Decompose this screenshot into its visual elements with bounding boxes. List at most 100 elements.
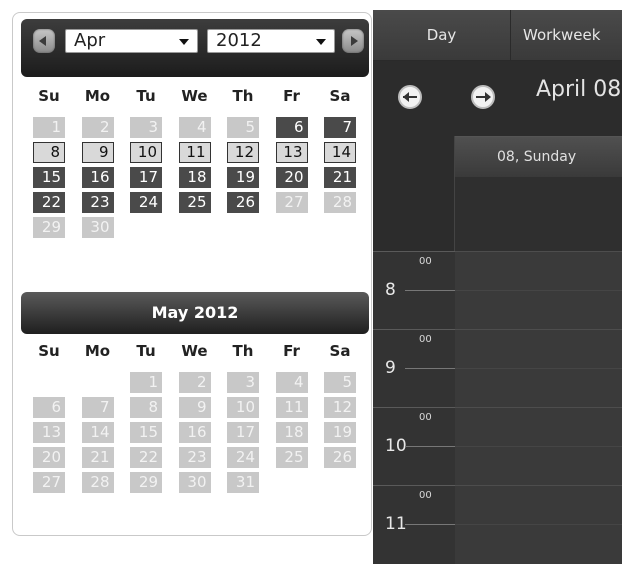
day-scheduler: Day Workweek April 08 08, Sunday 00 8 00 9 0… <box>373 10 622 564</box>
next-month-button[interactable] <box>342 29 364 53</box>
april-day-cell[interactable]: 14 <box>324 142 356 163</box>
weekday-label: Tu <box>136 342 156 360</box>
hour-tick <box>405 524 455 525</box>
may-day-cell[interactable]: 14 <box>81 422 114 443</box>
april-day-cell[interactable]: 26 <box>227 192 259 213</box>
april-day-cell[interactable]: 6 <box>275 117 308 138</box>
may-day-cell[interactable]: 23 <box>178 447 211 468</box>
time-slot[interactable] <box>455 485 622 525</box>
time-slot[interactable] <box>455 329 622 369</box>
date-title: April 08 <box>536 77 622 102</box>
may-day-cell[interactable]: 28 <box>81 472 114 493</box>
may-day-cell[interactable]: 21 <box>81 447 114 468</box>
weekday-label: We <box>181 342 208 360</box>
next-day-button[interactable] <box>471 85 495 109</box>
april-day-cell[interactable]: 27 <box>275 192 308 213</box>
may-day-cell[interactable]: 13 <box>33 422 65 443</box>
may-day-cell[interactable]: 16 <box>178 422 211 443</box>
may-day-cell[interactable]: 17 <box>227 422 259 443</box>
weekday-label: Th <box>232 342 254 360</box>
may-day-cell[interactable]: 25 <box>275 447 308 468</box>
may-day-cell[interactable]: 31 <box>227 472 259 493</box>
weekday-label: Sa <box>329 342 351 360</box>
april-day-cell[interactable]: 30 <box>81 217 114 238</box>
may-day-cell[interactable]: 24 <box>227 447 259 468</box>
time-slot[interactable] <box>455 524 622 564</box>
may-day-cell[interactable]: 4 <box>275 372 308 393</box>
may-day-cell[interactable]: 18 <box>275 422 308 443</box>
minute-label: 00 <box>419 334 432 345</box>
time-gutter: 00 11 <box>373 485 455 564</box>
minute-label: 00 <box>419 490 432 501</box>
may-day-cell[interactable]: 30 <box>178 472 211 493</box>
prev-day-button[interactable] <box>398 85 422 109</box>
tab-day[interactable]: Day <box>373 10 511 60</box>
time-slot[interactable] <box>455 446 622 486</box>
hour-tick <box>405 446 455 447</box>
may-day-cell[interactable]: 5 <box>324 372 356 393</box>
weekday-label: Mo <box>84 87 111 105</box>
year-select[interactable]: 2012 <box>207 29 335 53</box>
april-day-cell[interactable]: 23 <box>81 192 114 213</box>
tab-workweek[interactable]: Workweek <box>511 10 622 60</box>
caret-down-icon <box>316 39 326 45</box>
april-day-cell[interactable]: 7 <box>324 117 356 138</box>
may-day-cell[interactable]: 9 <box>178 397 211 418</box>
time-slot[interactable] <box>455 290 622 330</box>
april-day-cell[interactable]: 9 <box>81 142 114 163</box>
april-day-cell[interactable]: 20 <box>275 167 308 188</box>
may-day-cell[interactable]: 12 <box>324 397 356 418</box>
april-day-cell[interactable]: 16 <box>81 167 114 188</box>
april-day-cell[interactable]: 5 <box>227 117 259 138</box>
april-day-cell[interactable]: 28 <box>324 192 356 213</box>
hour-tick <box>405 290 455 291</box>
prev-month-button[interactable] <box>33 29 55 53</box>
all-day-area[interactable] <box>455 177 622 251</box>
april-day-cell[interactable]: 18 <box>178 167 211 188</box>
time-slot[interactable] <box>455 407 622 447</box>
may-day-cell[interactable]: 1 <box>130 372 162 393</box>
april-day-cell[interactable]: 1 <box>33 117 65 138</box>
may-day-cell[interactable]: 6 <box>33 397 65 418</box>
april-day-cell[interactable]: 29 <box>33 217 65 238</box>
may-day-cell[interactable]: 8 <box>130 397 162 418</box>
april-day-cell[interactable]: 2 <box>81 117 114 138</box>
april-day-cell[interactable]: 11 <box>178 142 211 163</box>
april-day-cell[interactable]: 15 <box>33 167 65 188</box>
may-day-cell[interactable]: 27 <box>33 472 65 493</box>
april-day-cell[interactable]: 22 <box>33 192 65 213</box>
hour-label: 11 <box>385 514 407 534</box>
hour-label: 9 <box>385 358 396 378</box>
may-day-cell[interactable]: 26 <box>324 447 356 468</box>
may-day-cell[interactable]: 15 <box>130 422 162 443</box>
weekday-label: Fr <box>283 87 300 105</box>
april-day-cell[interactable]: 17 <box>130 167 162 188</box>
april-day-cell[interactable]: 10 <box>130 142 162 163</box>
may-day-cell[interactable]: 7 <box>81 397 114 418</box>
time-slot[interactable] <box>455 368 622 408</box>
weekday-label: Su <box>38 342 60 360</box>
april-day-cell[interactable]: 12 <box>227 142 259 163</box>
may-day-cell[interactable]: 11 <box>275 397 308 418</box>
april-day-cell[interactable]: 8 <box>33 142 65 163</box>
hour-tick <box>405 368 455 369</box>
april-day-cell[interactable]: 4 <box>178 117 211 138</box>
april-day-cell[interactable]: 21 <box>324 167 356 188</box>
weekday-header: Su Mo Tu We Th Fr Sa <box>31 342 371 370</box>
may-day-cell[interactable]: 22 <box>130 447 162 468</box>
april-day-cell[interactable]: 24 <box>130 192 162 213</box>
may-day-cell[interactable]: 3 <box>227 372 259 393</box>
hour-row: 00 11 <box>373 485 622 564</box>
month-select[interactable]: Apr <box>65 29 198 53</box>
april-day-cell[interactable]: 3 <box>130 117 162 138</box>
april-day-cell[interactable]: 19 <box>227 167 259 188</box>
april-day-cell[interactable]: 25 <box>178 192 211 213</box>
may-day-cell[interactable]: 10 <box>227 397 259 418</box>
may-day-cell[interactable]: 29 <box>130 472 162 493</box>
may-day-cell[interactable]: 2 <box>178 372 211 393</box>
may-day-cell[interactable]: 20 <box>33 447 65 468</box>
time-slot[interactable] <box>455 251 622 291</box>
may-day-cell[interactable]: 19 <box>324 422 356 443</box>
april-day-cell[interactable]: 13 <box>275 142 308 163</box>
weekday-label: Tu <box>136 87 156 105</box>
